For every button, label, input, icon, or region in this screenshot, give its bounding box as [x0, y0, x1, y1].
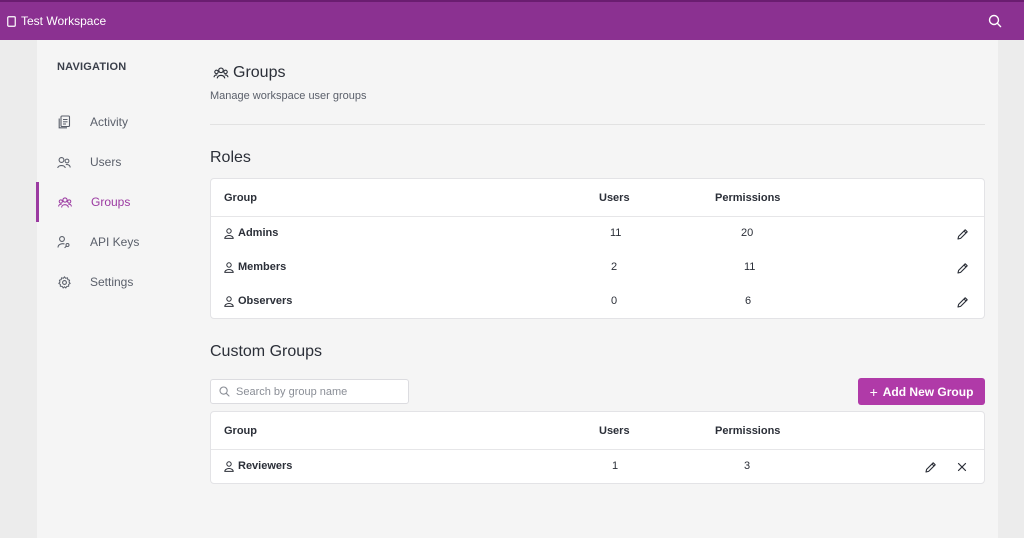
sidebar-item-settings[interactable]: Settings	[37, 262, 187, 302]
custom-groups-title: Custom Groups	[210, 343, 323, 360]
top-bar: Test Workspace	[0, 0, 1024, 40]
permissions-count: 6	[745, 295, 752, 307]
sidebar-item-activity[interactable]: Activity	[37, 102, 187, 142]
permissions-count: 3	[744, 460, 751, 472]
sidebar-item-label: Users	[90, 155, 122, 169]
column-header-group: Group	[224, 425, 257, 437]
page-title: Groups	[213, 64, 285, 82]
sidebar-item-label: Groups	[91, 195, 131, 209]
group-name: Admins	[224, 227, 278, 239]
edit-icon[interactable]	[954, 226, 970, 242]
plus-icon: +	[869, 383, 878, 400]
page-title-text: Groups	[233, 64, 286, 81]
users-icon	[57, 155, 71, 169]
table-row: Members 2 11	[211, 251, 984, 285]
users-count: 1	[612, 460, 619, 472]
add-new-group-button[interactable]: + Add New Group	[858, 378, 985, 405]
table-row: Reviewers 1 3	[211, 450, 984, 484]
roles-table: Group Users Permissions Admins 11 20 Mem…	[210, 178, 985, 319]
group-name: Observers	[224, 295, 292, 307]
table-header: Group Users Permissions	[211, 179, 984, 217]
group-name: Reviewers	[224, 460, 292, 472]
groups-icon	[213, 67, 229, 79]
user-icon	[224, 227, 234, 239]
search-input[interactable]	[236, 385, 396, 398]
sidebar-item-api-keys[interactable]: API Keys	[37, 222, 187, 262]
users-count: 11	[610, 227, 622, 239]
gear-icon	[57, 275, 71, 289]
custom-groups-table: Group Users Permissions Reviewers 1 3	[210, 411, 985, 484]
search-icon	[219, 386, 230, 397]
table-row: Observers 0 6	[211, 285, 984, 319]
users-count: 2	[611, 261, 618, 273]
clipboard-icon	[57, 115, 71, 129]
column-header-users: Users	[599, 192, 630, 204]
user-icon	[224, 261, 234, 273]
table-row: Admins 11 20	[211, 217, 984, 251]
edit-icon[interactable]	[922, 459, 938, 475]
users-count: 0	[611, 295, 618, 307]
workspace-switcher[interactable]: Test Workspace	[7, 14, 106, 28]
user-icon	[224, 460, 234, 472]
workspace-name: Test Workspace	[21, 14, 107, 28]
sidebar: NAVIGATION Activity Users Groups API Key…	[36, 40, 187, 538]
sidebar-item-label: Settings	[90, 275, 134, 289]
column-header-permissions: Permissions	[715, 425, 781, 437]
column-header-group: Group	[224, 192, 257, 204]
sidebar-item-label: Activity	[90, 115, 129, 129]
user-icon	[224, 295, 234, 307]
group-search[interactable]	[210, 379, 409, 404]
delete-icon[interactable]	[954, 459, 970, 475]
group-name: Members	[224, 261, 286, 273]
permissions-count: 11	[744, 261, 756, 273]
roles-title: Roles	[210, 149, 251, 166]
workspace-icon	[7, 15, 16, 27]
content-shell: NAVIGATION Activity Users Groups API Key…	[36, 40, 998, 538]
edit-icon[interactable]	[954, 294, 970, 310]
nav-title: NAVIGATION	[57, 61, 127, 73]
sidebar-item-label: API Keys	[90, 235, 140, 249]
search-icon[interactable]	[988, 14, 1002, 33]
edit-icon[interactable]	[954, 260, 970, 276]
sidebar-item-users[interactable]: Users	[37, 142, 187, 182]
add-new-group-label: Add New Group	[882, 384, 974, 399]
permissions-count: 20	[741, 227, 754, 239]
divider	[210, 124, 985, 125]
api-key-icon	[57, 235, 71, 249]
column-header-permissions: Permissions	[715, 192, 781, 204]
groups-icon	[58, 195, 72, 209]
table-header: Group Users Permissions	[211, 412, 984, 450]
sidebar-item-groups[interactable]: Groups	[36, 182, 187, 222]
page-subtitle: Manage workspace user groups	[210, 90, 367, 102]
column-header-users: Users	[599, 425, 630, 437]
